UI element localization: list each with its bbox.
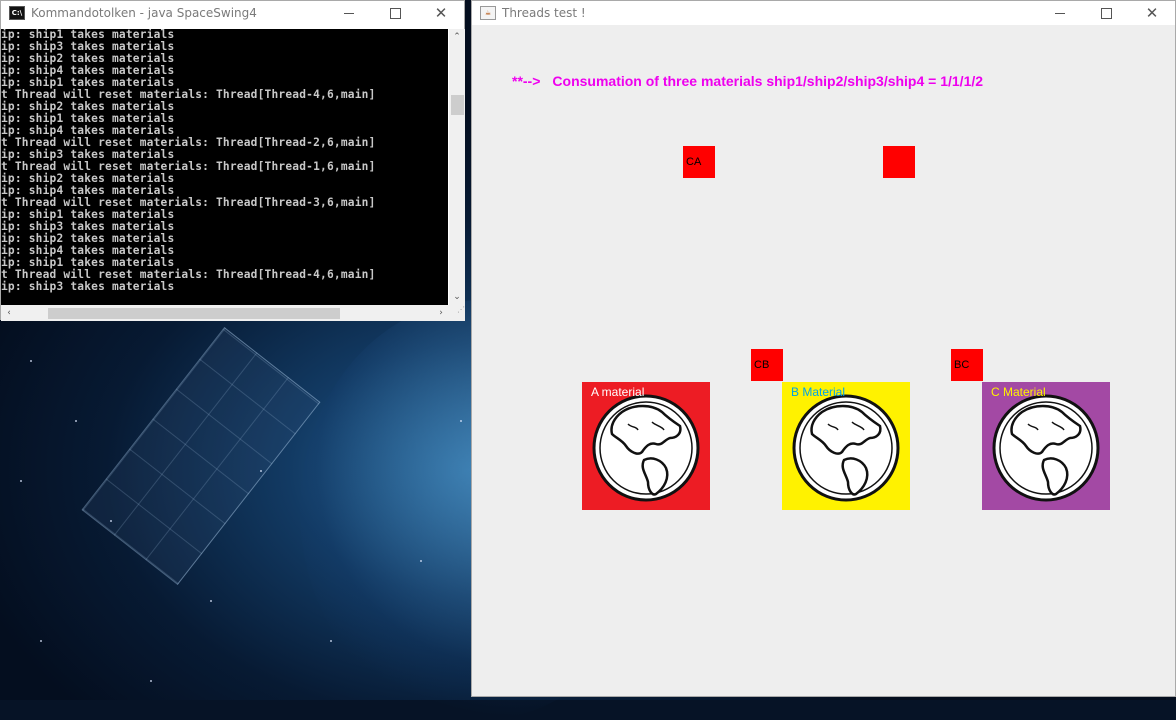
star [330, 640, 332, 642]
ship-2 [883, 146, 915, 178]
resize-grip-icon[interactable]: ⋰ [449, 305, 465, 321]
console-horizontal-scrollbar[interactable]: ‹ › [1, 305, 449, 321]
star [30, 360, 32, 362]
consumption-status: **--> Consumation of three materials ship… [512, 73, 983, 89]
minimize-button[interactable] [326, 1, 372, 25]
console-window[interactable]: C:\ Kommandotolken - java SpaceSwing4 ✕ … [0, 0, 465, 321]
maximize-icon [1100, 7, 1112, 19]
horizontal-scroll-thumb[interactable] [48, 308, 340, 319]
maximize-button[interactable] [1083, 1, 1129, 25]
console-text: ip: ship1 takes materials ip: ship3 take… [1, 29, 376, 293]
material-b: B Material [782, 382, 910, 510]
globe-icon [592, 394, 700, 502]
app-canvas: **--> Consumation of three materials ship… [472, 26, 1175, 696]
app-titlebar[interactable]: ☕ Threads test ! ✕ [472, 1, 1175, 25]
close-button[interactable]: ✕ [1129, 1, 1175, 25]
scroll-down-icon[interactable]: ⌄ [449, 289, 465, 305]
maximize-icon [389, 7, 401, 19]
app-window-controls: ✕ [1037, 1, 1175, 25]
material-c: C Material [982, 382, 1110, 510]
star [110, 520, 112, 522]
satellite-panel [81, 327, 321, 585]
material-c-label: C Material [991, 385, 1046, 399]
java-icon: ☕ [480, 6, 496, 20]
close-icon: ✕ [1145, 4, 1159, 22]
console-output[interactable]: ip: ship1 takes materials ip: ship3 take… [1, 29, 448, 305]
vertical-scroll-thumb[interactable] [451, 95, 464, 115]
scroll-left-icon[interactable]: ‹ [1, 305, 17, 321]
close-button[interactable]: ✕ [418, 1, 464, 25]
ship-3: CB [751, 349, 783, 381]
threads-test-window[interactable]: ☕ Threads test ! ✕ **--> Consumation of t… [471, 0, 1176, 697]
star [20, 480, 22, 482]
close-icon: ✕ [434, 4, 448, 22]
star [420, 560, 422, 562]
star [75, 420, 77, 422]
cmd-icon: C:\ [9, 6, 25, 20]
ship-1: CA [683, 146, 715, 178]
console-title: Kommandotolken - java SpaceSwing4 [31, 6, 257, 20]
console-vertical-scrollbar[interactable]: ⌃ ⌄ [449, 29, 465, 305]
scroll-right-icon[interactable]: › [433, 305, 449, 321]
minimize-icon [1055, 12, 1065, 14]
scroll-up-icon[interactable]: ⌃ [449, 29, 465, 45]
app-title: Threads test ! [502, 6, 586, 20]
material-a-label: A material [591, 385, 645, 399]
globe-icon [992, 394, 1100, 502]
minimize-button[interactable] [1037, 1, 1083, 25]
maximize-button[interactable] [372, 1, 418, 25]
material-a: A material [582, 382, 710, 510]
star [150, 680, 152, 682]
material-b-label: B Material [791, 385, 846, 399]
star [210, 600, 212, 602]
star [260, 470, 262, 472]
console-window-controls: ✕ [326, 1, 464, 25]
ship-4: BC [951, 349, 983, 381]
console-titlebar[interactable]: C:\ Kommandotolken - java SpaceSwing4 ✕ [1, 1, 464, 25]
star [40, 640, 42, 642]
star [460, 420, 462, 422]
status-text: Consumation of three materials ship1/shi… [552, 73, 984, 89]
status-arrow: **--> [512, 73, 541, 89]
minimize-icon [344, 12, 354, 14]
globe-icon [792, 394, 900, 502]
